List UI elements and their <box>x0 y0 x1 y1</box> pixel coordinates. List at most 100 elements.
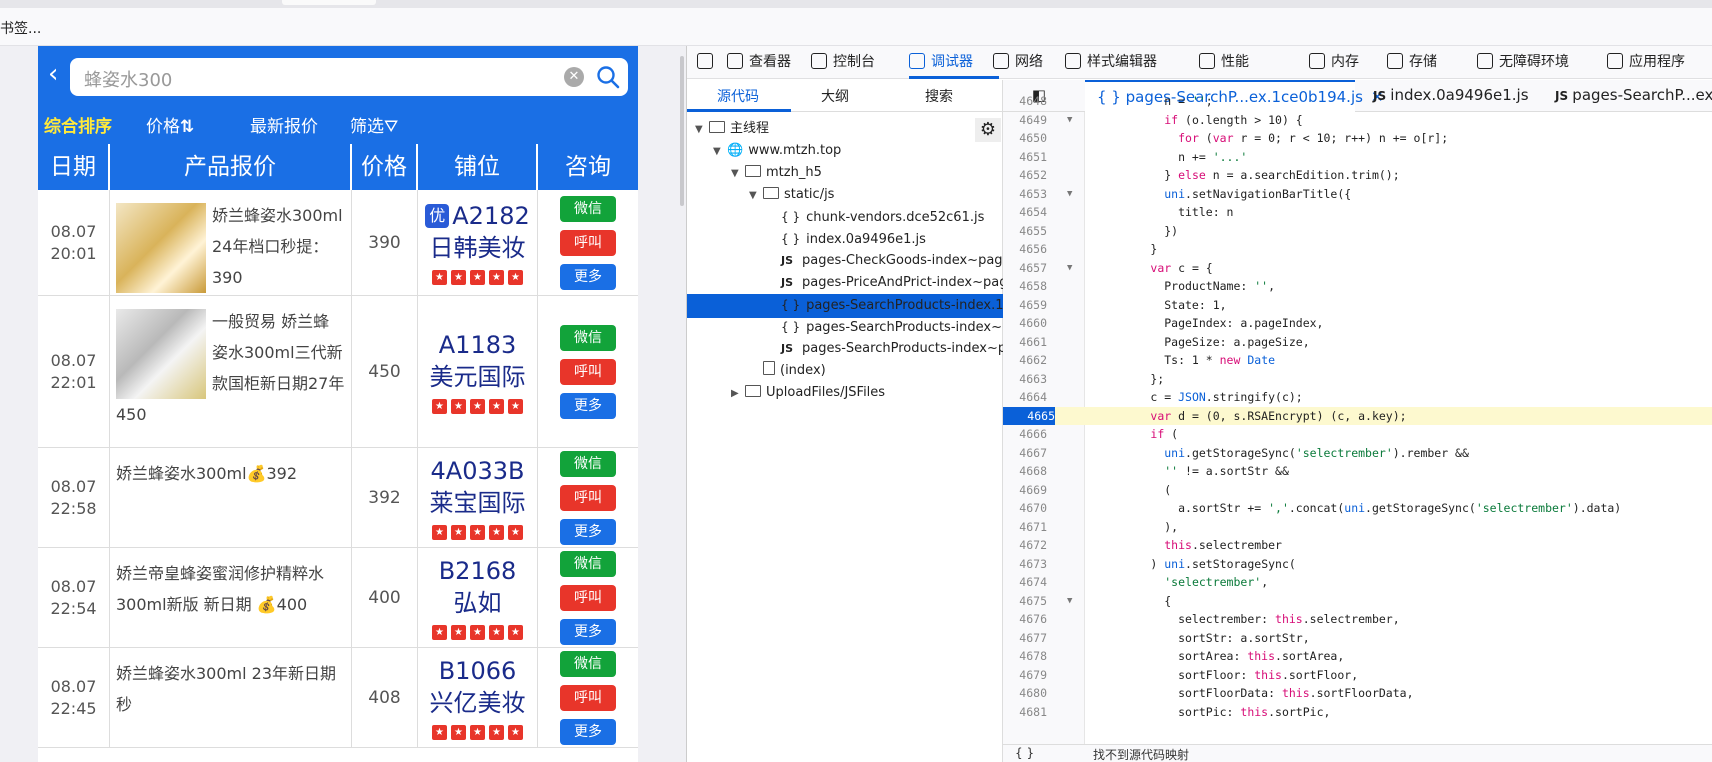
code-line[interactable]: 4662 Ts: 1 * new Date <box>1003 351 1712 370</box>
sort-price[interactable]: 价格⇅ <box>146 112 194 137</box>
code-line[interactable]: 4669 ( <box>1003 481 1712 500</box>
tree-item[interactable]: { } index.0a9496e1.js <box>687 228 1003 252</box>
code-line[interactable]: 4676 selectrember: this.selectrember, <box>1003 610 1712 629</box>
code-line[interactable]: 4675 ▼ { <box>1003 592 1712 611</box>
line-number[interactable]: 4648 <box>1003 92 1047 111</box>
product-image[interactable] <box>116 203 206 293</box>
line-number[interactable]: 4671 <box>1003 518 1047 537</box>
line-number[interactable]: 4679 <box>1003 666 1047 685</box>
tree-item[interactable]: ▼ static/js <box>687 184 1003 208</box>
wechat-button[interactable]: 微信 <box>560 450 616 477</box>
code-line[interactable]: 4653 ▼ uni.setNavigationBarTitle({ <box>1003 185 1712 204</box>
fold-arrow-icon[interactable]: ▼ <box>1067 259 1072 278</box>
tree-item[interactable]: ▶ UploadFiles/JSFiles <box>687 382 1003 406</box>
tree-item[interactable]: { } chunk-vendors.dce52c61.js <box>687 206 1003 230</box>
line-number[interactable]: 4673 <box>1003 555 1047 574</box>
fold-arrow-icon[interactable]: ▼ <box>1067 185 1072 204</box>
line-number[interactable]: 4667 <box>1003 444 1047 463</box>
bookmarks-label[interactable]: 书签... <box>0 18 41 38</box>
row-shop[interactable]: B1066 兴亿美妆 ★ ★ ★ ★ ★ <box>418 648 538 747</box>
tab-style-editor[interactable]: 样式编辑器 <box>1065 52 1157 76</box>
row-product[interactable]: 娇兰蜂姿水300ml 24年档口秒提：390 <box>110 190 352 295</box>
tab-sources[interactable]: 源代码 <box>717 86 759 106</box>
line-number[interactable]: 4652 <box>1003 166 1047 185</box>
row-shop[interactable]: A1183 美元国际 ★ ★ ★ ★ ★ <box>418 296 538 447</box>
wechat-button[interactable]: 微信 <box>560 195 616 222</box>
picker-icon[interactable] <box>697 52 713 76</box>
code-line[interactable]: 4658 ProductName: '', <box>1003 277 1712 296</box>
more-button[interactable]: 更多 <box>560 263 616 290</box>
table-row[interactable]: 08.07 22:54 娇兰帝皇蜂姿蜜润修护精粹水300ml新版 新日期 💰400… <box>38 548 638 648</box>
expand-arrow-icon[interactable]: ▼ <box>695 119 709 141</box>
row-shop[interactable]: B2168 弘如 ★ ★ ★ ★ ★ <box>418 548 538 647</box>
tab-outline[interactable]: 大纲 <box>821 86 849 106</box>
code-line[interactable]: 4670 a.sortStr += ','.concat(uni.getStor… <box>1003 499 1712 518</box>
page-scrollbar[interactable] <box>678 46 686 762</box>
code-line[interactable]: 4660 PageIndex: a.pageIndex, <box>1003 314 1712 333</box>
code-line[interactable]: 4664 c = JSON.stringify(c); <box>1003 388 1712 407</box>
line-number[interactable]: 4676 <box>1003 610 1047 629</box>
expand-arrow-icon[interactable]: ▼ <box>749 185 763 207</box>
line-number[interactable]: 4663 <box>1003 370 1047 389</box>
line-number[interactable]: 4658 <box>1003 277 1047 296</box>
line-number[interactable]: 4649 <box>1003 111 1047 130</box>
scrollbar-thumb[interactable] <box>680 56 684 206</box>
code-line[interactable]: 4657 ▼ var c = { <box>1003 259 1712 278</box>
code-line[interactable]: 4665 var d = (0, s.RSAEncrypt) (c, a.key… <box>1003 406 1712 425</box>
line-number[interactable]: 4678 <box>1003 647 1047 666</box>
line-number[interactable]: 4655 <box>1003 222 1047 241</box>
line-number[interactable]: 4681 <box>1003 703 1047 722</box>
wechat-button[interactable]: 微信 <box>560 324 616 351</box>
line-number[interactable]: 4675 <box>1003 592 1047 611</box>
code-line[interactable]: 4678 sortArea: this.sortArea, <box>1003 647 1712 666</box>
code-line[interactable]: 4671 ), <box>1003 518 1712 537</box>
expand-arrow-icon[interactable]: ▼ <box>713 141 727 163</box>
table-row[interactable]: 08.07 20:01 娇兰蜂姿水300ml 24年档口秒提：390 390 优 A21… <box>38 190 638 296</box>
tab-inspector[interactable]: 查看器 <box>727 52 791 76</box>
tree-item[interactable]: ▼ 主线程 <box>687 118 1003 142</box>
table-row[interactable]: 08.07 22:45 娇兰蜂姿水300ml 23年新日期秒 408 B1066 兴亿美… <box>38 648 638 748</box>
call-button[interactable]: 呼叫 <box>560 358 616 385</box>
more-button[interactable]: 更多 <box>560 618 616 645</box>
tab-performance[interactable]: 性能 <box>1199 52 1249 76</box>
code-line[interactable]: 4681 sortPic: this.sortPic, <box>1003 703 1712 722</box>
line-number[interactable]: 4674 <box>1003 573 1047 592</box>
row-shop[interactable]: 4A033B 莱宝国际 ★ ★ ★ ★ ★ <box>418 448 538 547</box>
table-row[interactable]: 08.07 22:01 一般贸易 娇兰蜂姿水300ml三代新款国柜新日期27年 4… <box>38 296 638 448</box>
line-number[interactable]: 4661 <box>1003 333 1047 352</box>
wechat-button[interactable]: 微信 <box>560 650 616 677</box>
tab-network[interactable]: 网络 <box>993 52 1043 76</box>
code-line[interactable]: 4648 n = ''; <box>1003 92 1712 111</box>
expand-arrow-icon[interactable]: ▶ <box>731 383 745 405</box>
row-product[interactable]: 娇兰蜂姿水300ml 23年新日期秒 <box>110 648 352 747</box>
wechat-button[interactable]: 微信 <box>560 550 616 577</box>
fold-arrow-icon[interactable]: ▼ <box>1067 111 1072 130</box>
fold-arrow-icon[interactable]: ▼ <box>1067 592 1072 611</box>
line-number[interactable]: 4662 <box>1003 351 1047 370</box>
tab-debugger[interactable]: 调试器 <box>909 52 973 76</box>
call-button[interactable]: 呼叫 <box>560 584 616 611</box>
tree-item[interactable]: ▼ 🌐 www.mtzh.top <box>687 140 1003 164</box>
tab-console[interactable]: 控制台 <box>811 52 875 76</box>
code-line[interactable]: 4659 State: 1, <box>1003 296 1712 315</box>
line-number[interactable]: 4657 <box>1003 259 1047 278</box>
code-line[interactable]: 4649 ▼ if (o.length > 10) { <box>1003 111 1712 130</box>
product-image[interactable] <box>116 309 206 399</box>
line-number[interactable]: 4659 <box>1003 296 1047 315</box>
back-arrow-icon[interactable]: ‹ <box>48 60 72 90</box>
code-line[interactable]: 4674 'selectrember', <box>1003 573 1712 592</box>
tree-item[interactable]: { } pages-SearchProducts-index~pag <box>687 316 1026 340</box>
line-number[interactable]: 4672 <box>1003 536 1047 555</box>
tab-storage[interactable]: 存储 <box>1387 52 1437 76</box>
call-button[interactable]: 呼叫 <box>560 229 616 256</box>
tree-item[interactable]: ▼ mtzh_h5 <box>687 162 1003 186</box>
clear-icon[interactable]: ✕ <box>564 67 584 87</box>
row-product[interactable]: 一般贸易 娇兰蜂姿水300ml三代新款国柜新日期27年 450 <box>110 296 352 447</box>
tree-item[interactable]: (index) <box>687 360 1003 384</box>
line-number[interactable]: 4656 <box>1003 240 1047 259</box>
line-number[interactable]: 4664 <box>1003 388 1047 407</box>
call-button[interactable]: 呼叫 <box>560 684 616 711</box>
line-number[interactable]: 4665 <box>1003 406 1055 425</box>
code-line[interactable]: 4654 title: n <box>1003 203 1712 222</box>
line-number[interactable]: 4677 <box>1003 629 1047 648</box>
